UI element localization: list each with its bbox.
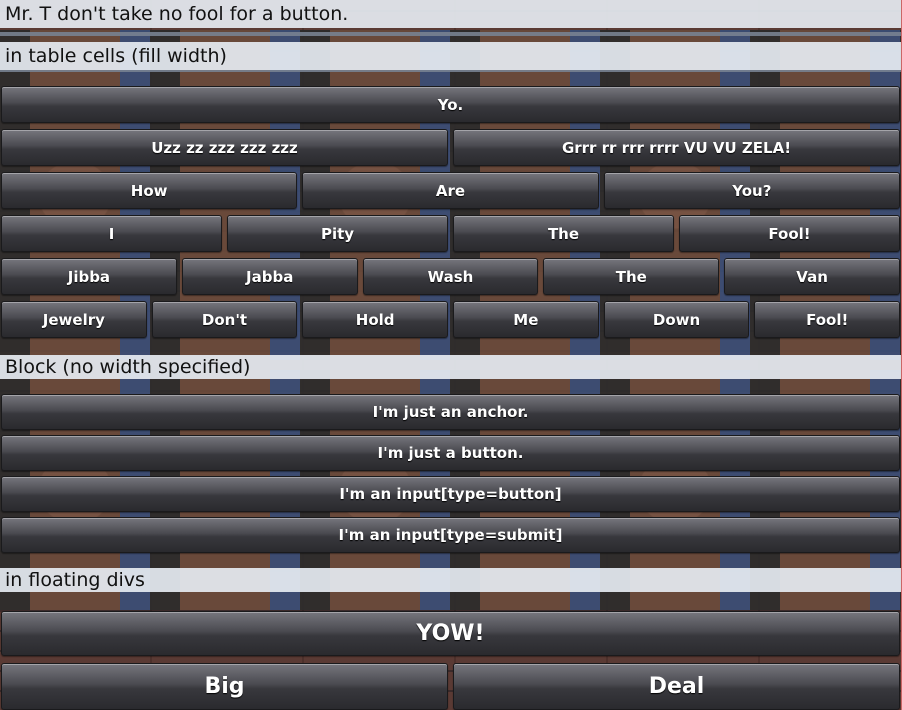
grrr-button[interactable]: Grrr rr rrr rrrr VU VU ZELA! <box>453 129 900 166</box>
van-button[interactable]: Van <box>724 258 900 295</box>
big-button[interactable]: Big <box>1 663 448 710</box>
you-button[interactable]: You? <box>603 172 900 209</box>
how-button[interactable]: How <box>1 172 298 209</box>
the-button[interactable]: The <box>453 215 674 252</box>
page-title: Mr. T don't take no fool for a button. <box>0 0 901 28</box>
divider <box>0 32 901 36</box>
float-row-1: YOW! <box>1 611 900 656</box>
block-row-1: I'm just an anchor. <box>1 394 900 430</box>
button-row-5: Jibba Jabba Wash The Van <box>1 258 900 295</box>
button-row-2: Uzz zz zzz zzz zzz Grrr rr rrr rrrr VU V… <box>1 129 900 166</box>
anchor-button[interactable]: I'm just an anchor. <box>1 394 900 430</box>
fool-button[interactable]: Fool! <box>679 215 900 252</box>
pity-button[interactable]: Pity <box>227 215 448 252</box>
button-row-4: I Pity The Fool! <box>1 215 900 252</box>
block-row-3: I'm an input[type=button] <box>1 476 900 512</box>
me-button[interactable]: Me <box>453 301 599 338</box>
section-label-block: Block (no width specified) <box>0 355 901 379</box>
yow-button[interactable]: YOW! <box>1 611 900 656</box>
jabba-button[interactable]: Jabba <box>181 258 358 295</box>
input-button[interactable]: I'm an input[type=button] <box>1 476 900 512</box>
wash-button[interactable]: Wash <box>362 258 539 295</box>
jibba-button[interactable]: Jibba <box>1 258 177 295</box>
the-button-2[interactable]: The <box>543 258 720 295</box>
jewelry-button[interactable]: Jewelry <box>1 301 147 338</box>
button-row-6: Jewelry Don't Hold Me Down Fool! <box>1 301 901 338</box>
i-button[interactable]: I <box>1 215 222 252</box>
divider <box>0 70 901 72</box>
yo-button[interactable]: Yo. <box>1 86 900 123</box>
dont-button[interactable]: Don't <box>151 301 298 338</box>
button-row-1: Yo. <box>1 86 900 123</box>
section-label-floating: in floating divs <box>0 568 901 592</box>
plain-button[interactable]: I'm just a button. <box>1 435 900 471</box>
section-label-table-cells: in table cells (fill width) <box>0 42 901 70</box>
block-row-2: I'm just a button. <box>1 435 900 471</box>
uzz-button[interactable]: Uzz zz zzz zzz zzz <box>1 129 448 166</box>
hold-button[interactable]: Hold <box>302 301 449 338</box>
down-button[interactable]: Down <box>603 301 750 338</box>
input-submit-button[interactable]: I'm an input[type=submit] <box>1 517 900 553</box>
block-row-4: I'm an input[type=submit] <box>1 517 900 553</box>
fool-button-2[interactable]: Fool! <box>754 301 901 338</box>
button-row-3: How Are You? <box>1 172 900 209</box>
are-button[interactable]: Are <box>302 172 599 209</box>
deal-button[interactable]: Deal <box>453 663 900 710</box>
float-row-2: Big Deal <box>1 663 900 710</box>
